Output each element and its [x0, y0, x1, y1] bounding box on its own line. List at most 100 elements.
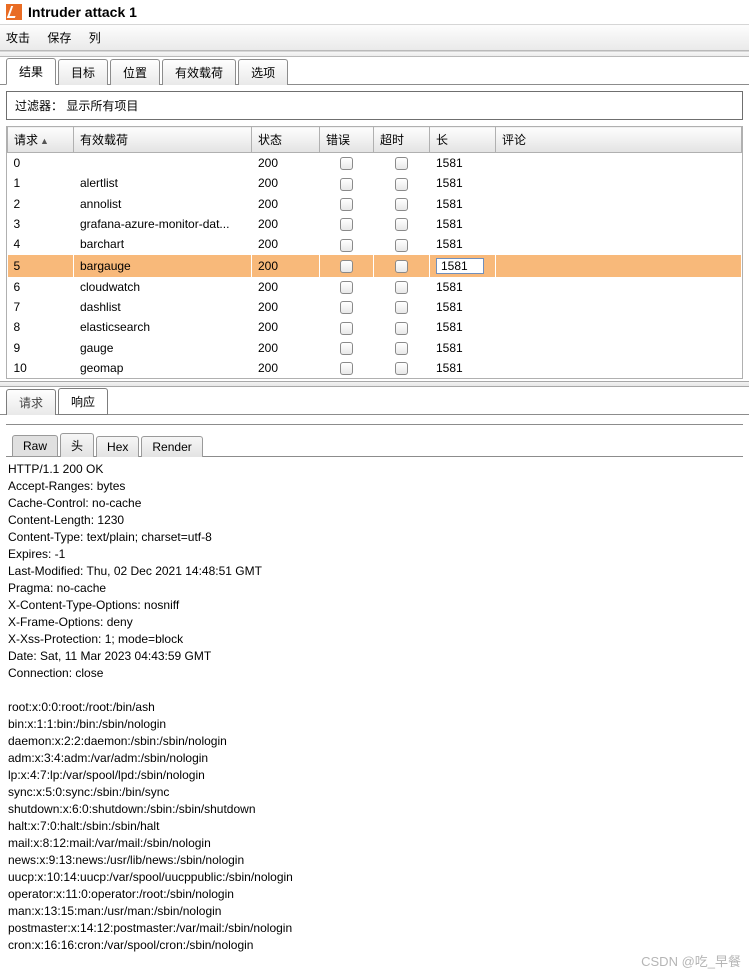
cell-payload: elasticsearch	[74, 317, 252, 337]
main-tabs: 结果 目标 位置 有效载荷 选项	[0, 57, 749, 85]
cell-length: 1581	[430, 194, 496, 214]
length-editbox[interactable]: 1581	[436, 258, 484, 274]
checkbox-icon	[340, 198, 353, 211]
table-row[interactable]: 8elasticsearch2001581	[8, 317, 742, 337]
col-status[interactable]: 状态	[252, 127, 320, 153]
table-row[interactable]: 02001581	[8, 153, 742, 174]
table-row[interactable]: 9gauge2001581	[8, 338, 742, 358]
cell-error	[320, 358, 374, 378]
checkbox-icon	[395, 281, 408, 294]
cell-timeout	[374, 194, 430, 214]
cell-length: 1581	[430, 234, 496, 254]
table-row[interactable]: 1alertlist2001581	[8, 173, 742, 193]
cell-payload: grafana-azure-monitor-dat...	[74, 214, 252, 234]
checkbox-icon	[340, 178, 353, 191]
cell-comment	[496, 234, 742, 254]
menu-bar: 攻击 保存 列	[0, 24, 749, 51]
cell-payload: gauge	[74, 338, 252, 358]
table-row[interactable]: 2annolist2001581	[8, 194, 742, 214]
cell-comment	[496, 297, 742, 317]
checkbox-icon	[340, 362, 353, 375]
view-tabs: Raw 头 Hex Render	[6, 431, 743, 457]
tab-positions[interactable]: 位置	[110, 59, 160, 85]
cell-length: 1581	[430, 277, 496, 297]
table-row[interactable]: 6cloudwatch2001581	[8, 277, 742, 297]
checkbox-icon	[340, 281, 353, 294]
checkbox-icon	[340, 239, 353, 252]
table-row[interactable]: 5bargauge2001581	[8, 255, 742, 277]
cell-request: 2	[8, 194, 74, 214]
cell-error	[320, 255, 374, 277]
viewtab-hex[interactable]: Hex	[96, 436, 139, 457]
col-error[interactable]: 错误	[320, 127, 374, 153]
cell-length: 1581	[430, 153, 496, 174]
table-row[interactable]: 4barchart2001581	[8, 234, 742, 254]
cell-timeout	[374, 234, 430, 254]
menu-attack[interactable]: 攻击	[6, 31, 30, 45]
tab-target[interactable]: 目标	[58, 59, 108, 85]
viewtab-render[interactable]: Render	[141, 436, 202, 457]
cell-status: 200	[252, 297, 320, 317]
col-request[interactable]: 请求▲	[8, 127, 74, 153]
checkbox-icon	[395, 178, 408, 191]
cell-error	[320, 297, 374, 317]
col-timeout[interactable]: 超时	[374, 127, 430, 153]
checkbox-icon	[340, 322, 353, 335]
checkbox-icon	[340, 218, 353, 231]
cell-comment	[496, 358, 742, 378]
filter-bar[interactable]: 过滤器： 显示所有项目	[6, 91, 743, 120]
cell-timeout	[374, 338, 430, 358]
cell-error	[320, 194, 374, 214]
response-body[interactable]: HTTP/1.1 200 OK Accept-Ranges: bytes Cac…	[8, 461, 741, 954]
cell-status: 200	[252, 317, 320, 337]
cell-timeout	[374, 317, 430, 337]
cell-error	[320, 214, 374, 234]
cell-timeout	[374, 214, 430, 234]
col-length[interactable]: 长	[430, 127, 496, 153]
cell-request: 4	[8, 234, 74, 254]
separator	[6, 415, 743, 425]
cell-error	[320, 234, 374, 254]
results-table-wrap: 请求▲ 有效载荷 状态 错误 超时 长 评论 020015811alertlis…	[6, 126, 743, 379]
cell-status: 200	[252, 277, 320, 297]
app-icon	[6, 4, 22, 20]
cell-payload: annolist	[74, 194, 252, 214]
viewtab-raw[interactable]: Raw	[12, 435, 58, 457]
cell-timeout	[374, 277, 430, 297]
menu-save[interactable]: 保存	[47, 31, 71, 45]
checkbox-icon	[340, 301, 353, 314]
table-row[interactable]: 10geomap2001581	[8, 358, 742, 378]
cell-payload: bargauge	[74, 255, 252, 277]
checkbox-icon	[395, 342, 408, 355]
checkbox-icon	[395, 157, 408, 170]
checkbox-icon	[340, 260, 353, 273]
tab-request[interactable]: 请求	[6, 389, 56, 415]
results-table: 请求▲ 有效载荷 状态 错误 超时 长 评论 020015811alertlis…	[7, 126, 742, 378]
cell-error	[320, 317, 374, 337]
tab-options[interactable]: 选项	[238, 59, 288, 85]
cell-status: 200	[252, 338, 320, 358]
viewtab-headers[interactable]: 头	[60, 433, 94, 457]
tab-payloads[interactable]: 有效载荷	[162, 59, 236, 85]
tab-results[interactable]: 结果	[6, 58, 56, 85]
cell-comment	[496, 255, 742, 277]
checkbox-icon	[340, 342, 353, 355]
col-comment[interactable]: 评论	[496, 127, 742, 153]
checkbox-icon	[395, 362, 408, 375]
cell-request: 3	[8, 214, 74, 234]
cell-request: 0	[8, 153, 74, 174]
cell-length: 1581	[430, 255, 496, 277]
col-payload[interactable]: 有效载荷	[74, 127, 252, 153]
table-row[interactable]: 3grafana-azure-monitor-dat...2001581	[8, 214, 742, 234]
tab-response[interactable]: 响应	[58, 388, 108, 415]
table-header-row: 请求▲ 有效载荷 状态 错误 超时 长 评论	[8, 127, 742, 153]
table-row[interactable]: 7dashlist2001581	[8, 297, 742, 317]
cell-error	[320, 277, 374, 297]
cell-request: 8	[8, 317, 74, 337]
sort-asc-icon: ▲	[40, 136, 49, 146]
cell-comment	[496, 277, 742, 297]
reqresp-tabs: 请求 响应	[0, 387, 749, 415]
menu-columns[interactable]: 列	[89, 31, 101, 45]
cell-comment	[496, 194, 742, 214]
cell-comment	[496, 317, 742, 337]
